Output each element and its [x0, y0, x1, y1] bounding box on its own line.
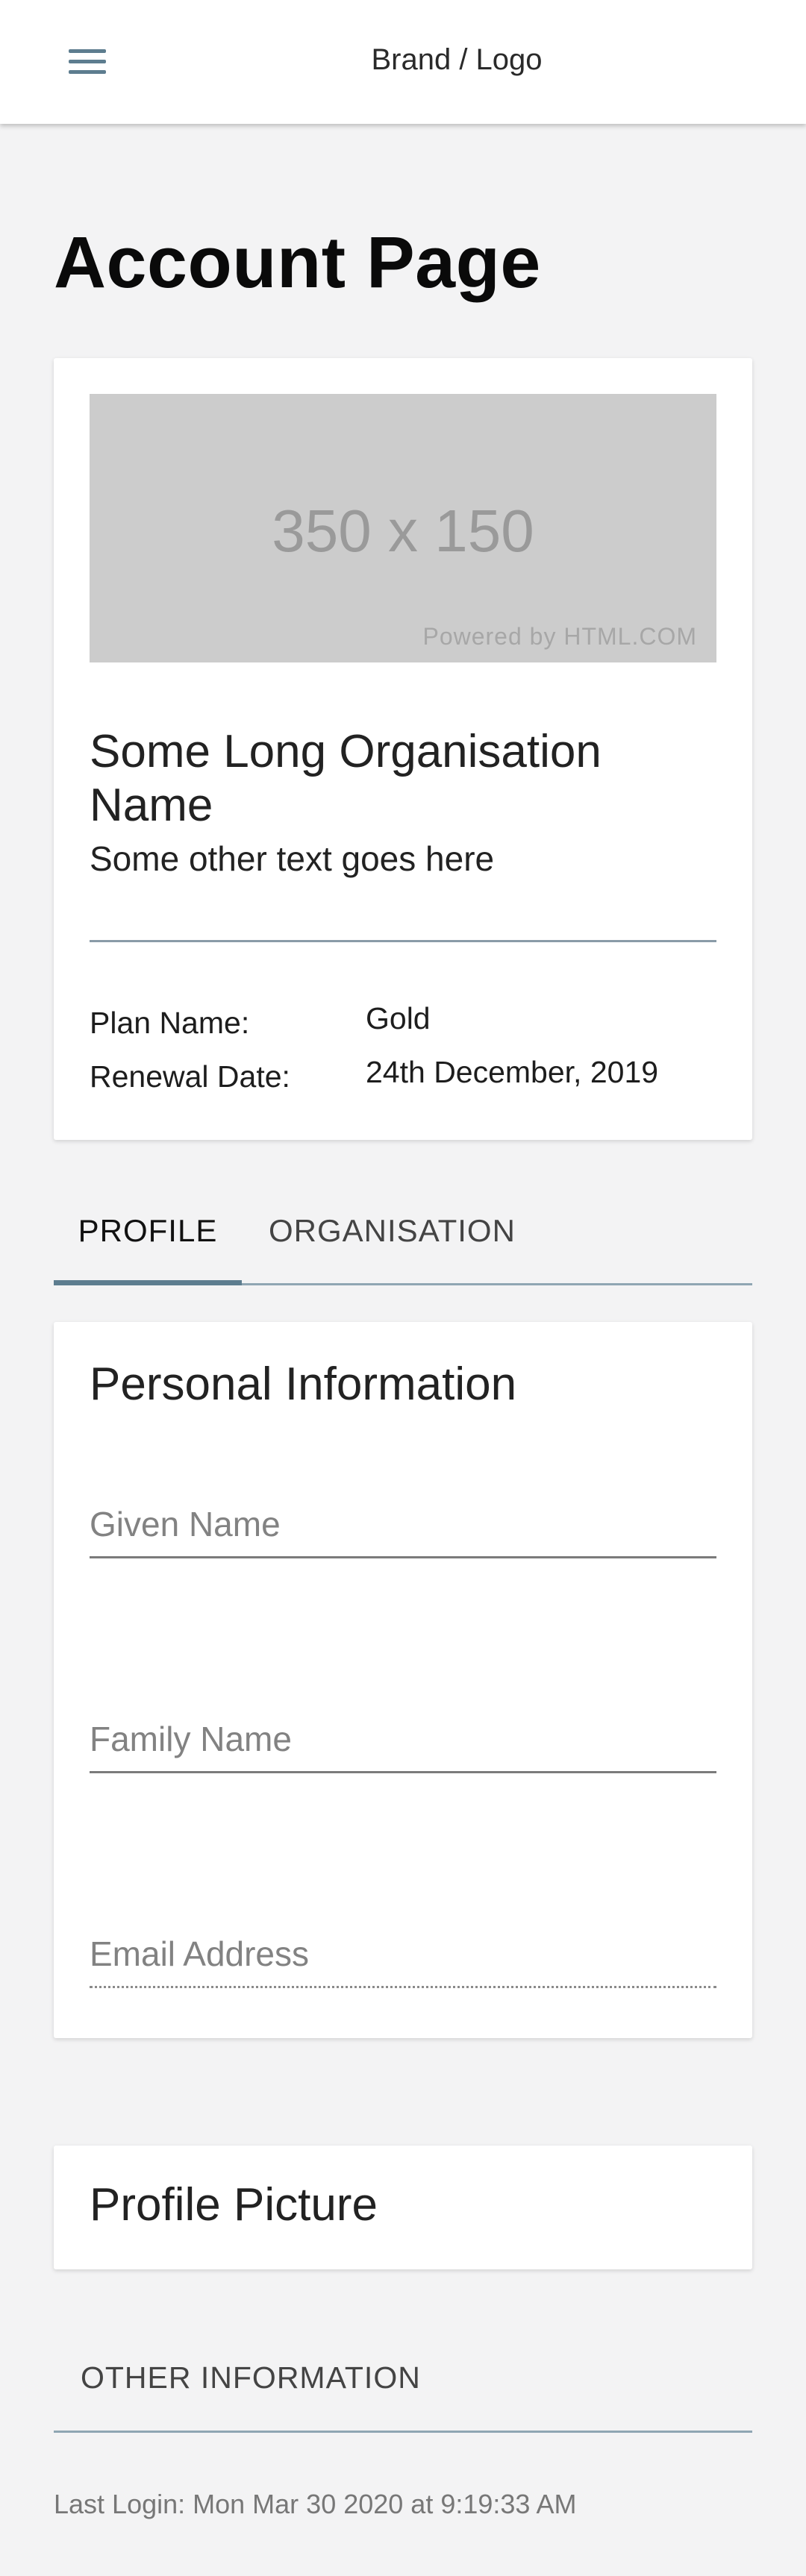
last-login-text: Last Login: Mon Mar 30 2020 at 9:19:33 A… — [54, 2489, 577, 2519]
placeholder-credit-text: Powered by HTML.COM — [422, 623, 697, 650]
page-title: Account Page — [54, 222, 541, 303]
plan-name-value: Gold — [366, 1001, 431, 1035]
tab-profile[interactable]: PROFILE — [54, 1194, 242, 1285]
other-information-label: OTHER INFORMATION — [81, 2360, 421, 2395]
hamburger-menu-icon[interactable] — [66, 46, 109, 78]
given-name-input[interactable] — [90, 1492, 716, 1558]
email-address-input[interactable] — [90, 1922, 716, 1988]
profile-picture-title: Profile Picture — [90, 2179, 378, 2231]
tab-organisation[interactable]: ORGANISATION — [269, 1194, 516, 1283]
menu-icon-line-top — [69, 49, 106, 53]
plan-name-label: Plan Name: — [90, 1006, 250, 1040]
top-app-bar: Brand / Logo — [0, 0, 806, 124]
menu-icon-line-bottom — [69, 70, 106, 74]
renewal-date-label: Renewal Date: — [90, 1059, 290, 1094]
profile-picture-card[interactable]: Profile Picture — [54, 2146, 752, 2269]
organisation-name: Some Long Organisation Name — [90, 726, 602, 831]
organisation-divider — [90, 940, 716, 942]
brand-logo[interactable]: Brand / Logo — [0, 43, 806, 77]
organisation-image-placeholder: 350 x 150 Powered by HTML.COM — [90, 394, 716, 662]
renewal-date-value: 24th December, 2019 — [366, 1055, 659, 1089]
personal-information-title: Personal Information — [90, 1358, 517, 1410]
account-tabs: PROFILE ORGANISATION — [54, 1194, 752, 1285]
organisation-subtitle: Some other text goes here — [90, 839, 495, 878]
other-information-tab[interactable]: OTHER INFORMATION — [54, 2338, 752, 2433]
personal-information-card: Personal Information — [54, 1322, 752, 2038]
family-name-input[interactable] — [90, 1707, 716, 1773]
organisation-card: 350 x 150 Powered by HTML.COM Some Long … — [54, 358, 752, 1140]
menu-icon-line-middle — [69, 60, 106, 63]
placeholder-size-text: 350 x 150 — [272, 498, 534, 564]
